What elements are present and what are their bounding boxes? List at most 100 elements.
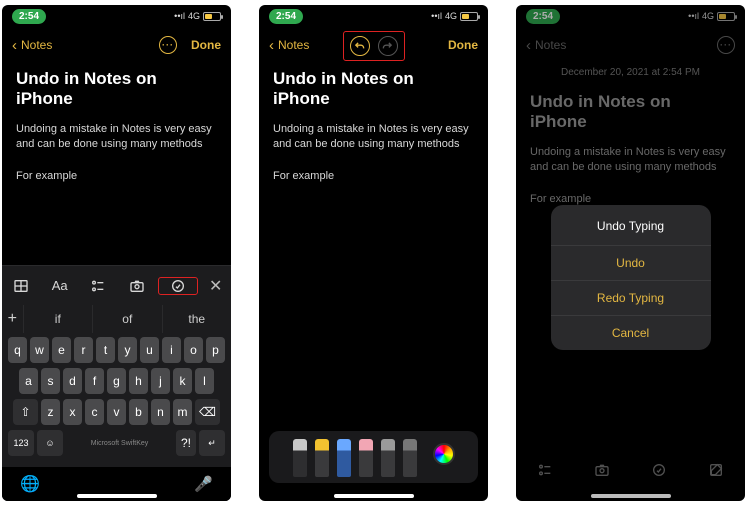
sheet-title: Undo Typing <box>551 205 711 245</box>
key-g[interactable]: g <box>107 368 126 394</box>
key-k[interactable]: k <box>173 368 192 394</box>
key-row-3: ⇧zxcvbnm⌫ <box>5 399 228 425</box>
backspace-key[interactable]: ⌫ <box>195 399 220 425</box>
done-button[interactable]: Done <box>191 38 221 52</box>
color-picker-icon[interactable] <box>433 443 455 465</box>
redo-icon[interactable] <box>378 36 398 56</box>
key-b[interactable]: b <box>129 399 148 425</box>
nav-bar: ‹ Notes Done <box>259 27 488 63</box>
network-label: 4G <box>188 11 200 21</box>
return-key[interactable]: ↵ <box>199 430 225 456</box>
camera-icon[interactable] <box>117 278 155 294</box>
key-row-1: qwertyuiop <box>5 337 228 363</box>
key-w[interactable]: w <box>30 337 49 363</box>
key-m[interactable]: m <box>173 399 192 425</box>
battery-icon <box>203 12 221 21</box>
key-s[interactable]: s <box>41 368 60 394</box>
nav-bar: ‹ Notes ··· Done <box>2 27 231 63</box>
punct-key[interactable]: ?! <box>176 430 196 456</box>
markup-pen-icon[interactable] <box>158 277 198 295</box>
sheet-cancel-button[interactable]: Cancel <box>551 315 711 350</box>
pencil-grey-tool[interactable] <box>381 439 395 477</box>
text-format-icon[interactable]: Aa <box>40 278 78 293</box>
key-z[interactable]: z <box>41 399 60 425</box>
key-i[interactable]: i <box>162 337 181 363</box>
home-indicator[interactable] <box>591 494 671 498</box>
signal-icon: ••ıl <box>174 11 185 21</box>
keyboard-brand: Microsoft SwiftKey <box>66 430 173 456</box>
key-n[interactable]: n <box>151 399 170 425</box>
key-x[interactable]: x <box>63 399 82 425</box>
key-d[interactable]: d <box>63 368 82 394</box>
back-button[interactable]: ‹ Notes <box>269 37 309 54</box>
note-content[interactable]: Undo in Notes on iPhone Undoing a mistak… <box>259 63 488 202</box>
pen-black-tool[interactable] <box>293 439 307 477</box>
key-y[interactable]: y <box>118 337 137 363</box>
key-q[interactable]: q <box>8 337 27 363</box>
undo-action-sheet: Undo Typing Undo Redo Typing Cancel <box>551 205 711 350</box>
suggestion-3[interactable]: the <box>163 305 231 333</box>
chevron-left-icon: ‹ <box>12 37 17 54</box>
key-p[interactable]: p <box>206 337 225 363</box>
undo-redo-highlight <box>343 31 405 61</box>
ruler-tool[interactable] <box>403 439 417 477</box>
status-time: 2:54 <box>12 9 46 24</box>
sheet-undo-button[interactable]: Undo <box>551 245 711 280</box>
marker-blue-tool[interactable] <box>337 439 351 477</box>
key-t[interactable]: t <box>96 337 115 363</box>
numbers-key[interactable]: 123 <box>8 430 34 456</box>
markup-tool-tray <box>269 431 478 483</box>
keyboard: Aa ✕ + if of the qwertyuiop asdfghjkl ⇧z… <box>2 265 231 501</box>
sheet-redo-button[interactable]: Redo Typing <box>551 280 711 315</box>
eraser-pink-tool[interactable] <box>359 439 373 477</box>
key-f[interactable]: f <box>85 368 104 394</box>
status-indicators: ••ıl 4G <box>174 11 221 21</box>
note-paragraph: Undoing a mistake in Notes is very easy … <box>273 122 474 152</box>
suggestion-plus[interactable]: + <box>2 305 24 333</box>
status-bar: 2:54 ••ıl 4G <box>2 5 231 27</box>
suggestion-bar: + if of the <box>2 305 231 333</box>
home-indicator[interactable] <box>77 494 157 498</box>
done-button[interactable]: Done <box>448 38 478 52</box>
network-label: 4G <box>445 11 457 21</box>
key-j[interactable]: j <box>151 368 170 394</box>
status-indicators: ••ıl 4G <box>431 11 478 21</box>
back-button[interactable]: ‹ Notes <box>12 37 52 54</box>
mic-icon[interactable]: 🎤 <box>194 475 213 493</box>
key-rows: qwertyuiop asdfghjkl ⇧zxcvbnm⌫ 123 ☺ Mic… <box>2 333 231 467</box>
table-tool-icon[interactable] <box>2 278 40 294</box>
note-example: For example <box>273 169 474 184</box>
key-r[interactable]: r <box>74 337 93 363</box>
screenshot-panel-actionsheet: 2:54 ••ıl 4G ‹ Notes ··· December 20, 20… <box>516 5 745 501</box>
key-c[interactable]: c <box>85 399 104 425</box>
screenshot-panel-markup: 2:54 ••ıl 4G ‹ Notes Done Undo in Notes … <box>259 5 488 501</box>
more-menu-icon[interactable]: ··· <box>159 36 177 54</box>
screenshot-panel-keyboard: 2:54 ••ıl 4G ‹ Notes ··· Done Undo in No… <box>2 5 231 501</box>
signal-icon: ••ıl <box>431 11 442 21</box>
chevron-left-icon: ‹ <box>269 37 274 54</box>
suggestion-2[interactable]: of <box>93 305 162 333</box>
suggestion-1[interactable]: if <box>24 305 93 333</box>
note-example: For example <box>16 169 217 184</box>
back-label: Notes <box>278 38 309 52</box>
key-u[interactable]: u <box>140 337 159 363</box>
battery-icon <box>460 12 478 21</box>
key-v[interactable]: v <box>107 399 126 425</box>
key-a[interactable]: a <box>19 368 38 394</box>
key-h[interactable]: h <box>129 368 148 394</box>
shift-key[interactable]: ⇧ <box>13 399 38 425</box>
pen-yellow-tool[interactable] <box>315 439 329 477</box>
globe-icon[interactable]: 🌐 <box>20 474 40 494</box>
checklist-icon[interactable] <box>79 278 117 294</box>
key-l[interactable]: l <box>195 368 214 394</box>
status-bar: 2:54 ••ıl 4G <box>259 5 488 27</box>
note-content[interactable]: Undo in Notes on iPhone Undoing a mistak… <box>2 63 231 202</box>
home-indicator[interactable] <box>334 494 414 498</box>
dismiss-toolbar-icon[interactable]: ✕ <box>200 276 231 296</box>
key-row-bottom: 123 ☺ Microsoft SwiftKey ?! ↵ <box>5 430 228 461</box>
undo-icon[interactable] <box>350 36 370 56</box>
key-e[interactable]: e <box>52 337 71 363</box>
emoji-key[interactable]: ☺ <box>37 430 63 456</box>
key-o[interactable]: o <box>184 337 203 363</box>
keyboard-toolbar: Aa ✕ <box>2 265 231 305</box>
